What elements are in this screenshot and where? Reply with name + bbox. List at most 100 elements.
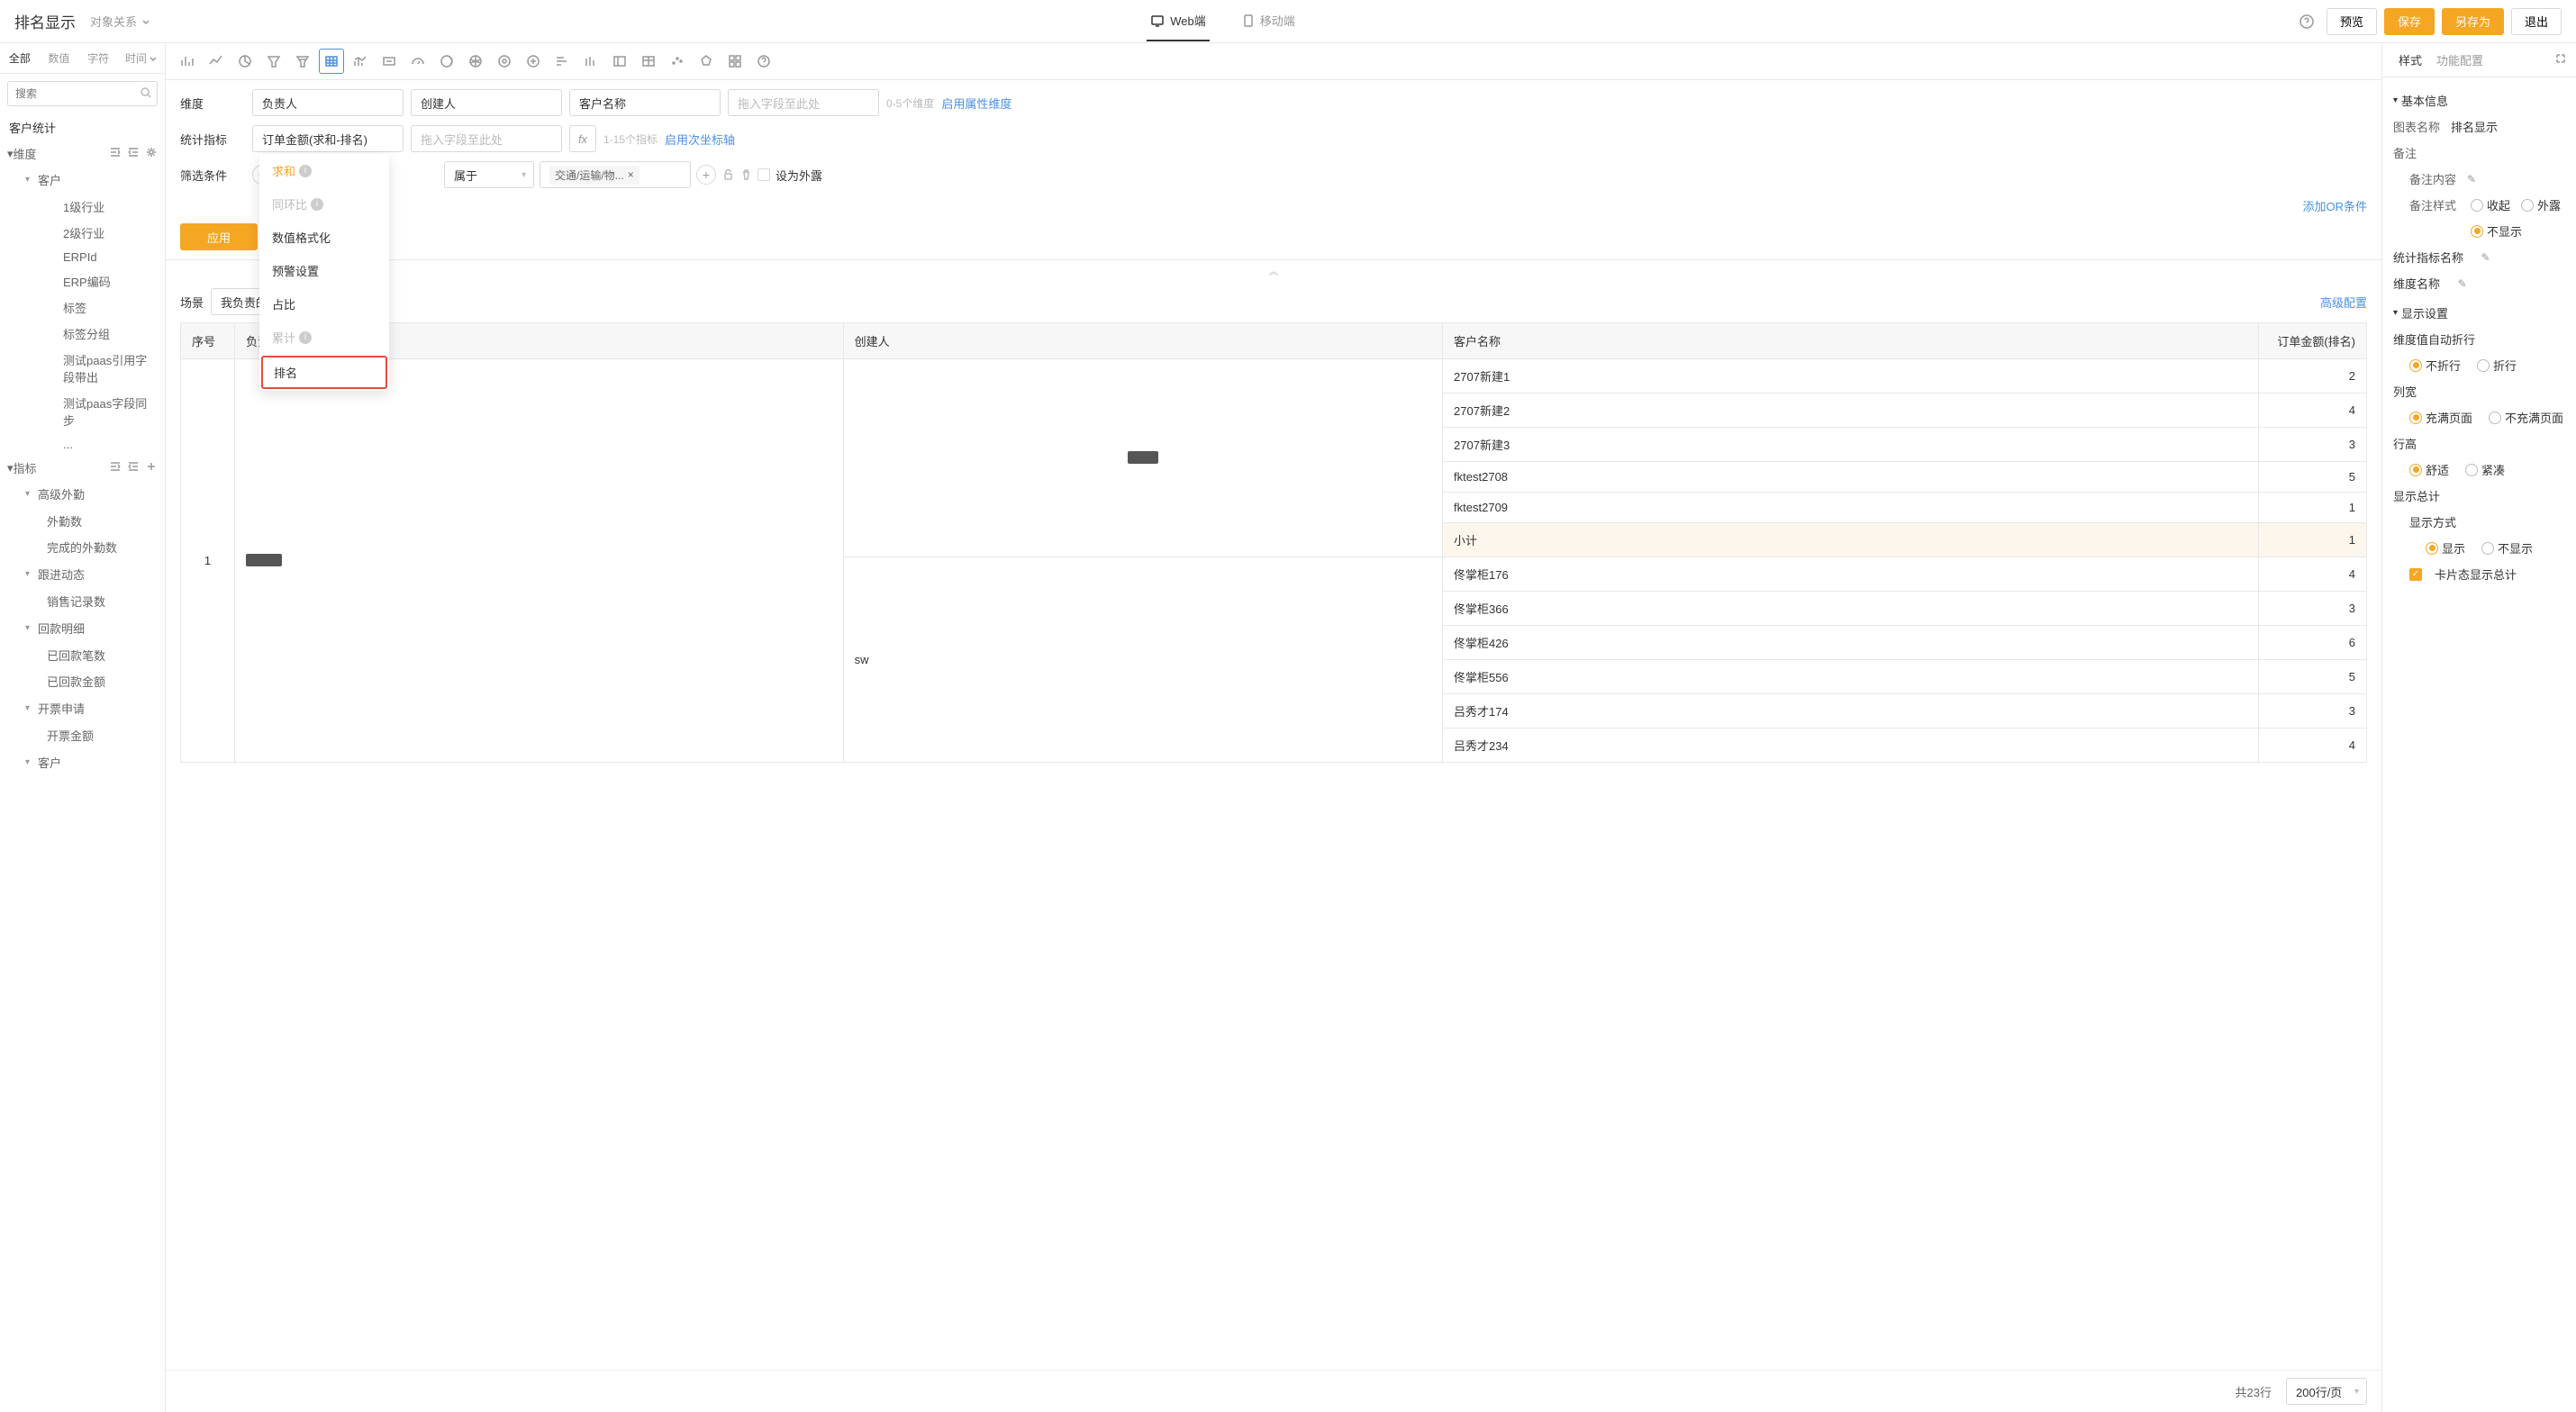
field-item[interactable]: 销售记录数 (16, 588, 165, 614)
remove-tag-icon[interactable]: × (628, 168, 634, 181)
tree-node[interactable]: ▾开票申请 (16, 694, 165, 722)
tree-node[interactable]: ▾跟进动态 (16, 560, 165, 588)
tree-node[interactable]: ▾回款明细 (16, 614, 165, 642)
field-item[interactable]: 外勤数 (16, 508, 165, 534)
chart-type-stacked-icon[interactable] (578, 49, 603, 74)
chart-type-hbar-icon[interactable] (549, 49, 575, 74)
field-item[interactable]: 标签 (32, 294, 165, 321)
preview-button[interactable]: 预览 (2327, 8, 2377, 35)
field-tab-all[interactable]: 全部 (0, 43, 40, 73)
page-size-select[interactable]: 200行/页▾ (2286, 1378, 2367, 1405)
chart-type-scatter-icon[interactable] (665, 49, 690, 74)
tab-web[interactable]: Web端 (1147, 1, 1210, 41)
radio-show[interactable] (2426, 542, 2438, 555)
expand-icon[interactable] (2554, 52, 2567, 68)
field-item[interactable]: ERPId (32, 246, 165, 268)
enable-secondary-axis-link[interactable]: 启用次坐标轴 (665, 131, 735, 148)
field-item[interactable]: 已回款金额 (16, 668, 165, 694)
field-item[interactable]: ERP编码 (32, 268, 165, 294)
field-search-input[interactable] (7, 81, 158, 106)
expose-checkbox[interactable] (757, 168, 770, 181)
edit-icon[interactable]: ✎ (2467, 173, 2476, 186)
radio-comfort[interactable] (2409, 464, 2422, 476)
chart-type-funnel-icon[interactable] (261, 49, 286, 74)
radio-no-wrap[interactable] (2409, 359, 2422, 372)
add-condition-button[interactable]: + (696, 165, 716, 185)
field-tab-char[interactable]: 字符 (78, 43, 118, 73)
edit-icon[interactable]: ✎ (2458, 277, 2467, 290)
field-item[interactable]: 测试paas字段同步 (32, 390, 165, 433)
save-as-button[interactable]: 另存为 (2442, 8, 2504, 35)
add-or-condition-link[interactable]: 添加OR条件 (2302, 197, 2367, 214)
popover-item-rank[interactable]: 排名 (261, 356, 387, 389)
chart-type-gauge-icon[interactable] (405, 49, 431, 74)
metric-dropzone[interactable]: 拖入字段至此处 (411, 125, 562, 152)
chart-type-pie-icon[interactable] (232, 49, 258, 74)
collapse-toggle[interactable]: ︽ (166, 260, 2381, 281)
gear-icon[interactable] (145, 146, 158, 161)
indent-right-icon[interactable] (127, 146, 140, 161)
filter-op-select[interactable]: 属于▾ (444, 161, 534, 188)
radio-hide-total[interactable] (2481, 542, 2494, 555)
field-item[interactable]: 1级行业 (32, 194, 165, 220)
right-tab-func[interactable]: 功能配置 (2429, 43, 2490, 77)
tree-node[interactable]: ▾客户 (16, 748, 165, 776)
chart-type-pivot-icon[interactable] (636, 49, 661, 74)
radio-wrap[interactable] (2477, 359, 2490, 372)
fx-button[interactable]: fx (569, 125, 596, 152)
chart-type-table-icon[interactable] (319, 49, 344, 74)
lock-icon[interactable] (721, 167, 734, 183)
delete-icon[interactable] (739, 167, 752, 183)
filter-value-select[interactable]: 交通/运输/物...× (540, 161, 691, 188)
radio-hide[interactable] (2471, 225, 2483, 238)
popover-item-ratio[interactable]: 占比 (259, 287, 389, 321)
radio-expose[interactable] (2521, 199, 2534, 212)
tree-node-customer[interactable]: ▾客户 (16, 166, 165, 194)
chart-type-map3-icon[interactable] (521, 49, 546, 74)
metric-chip[interactable]: 订单金额(求和-排名) (252, 125, 404, 152)
field-tab-time[interactable]: 时间 (118, 43, 165, 73)
popover-item-compare[interactable]: 同环比i (259, 187, 389, 221)
field-item[interactable]: 完成的外勤数 (16, 534, 165, 560)
enable-attr-dimension-link[interactable]: 启用属性维度 (941, 95, 1011, 112)
field-tab-number[interactable]: 数值 (40, 43, 79, 73)
chart-type-radar-icon[interactable] (694, 49, 719, 74)
field-item[interactable]: 标签分组 (32, 321, 165, 347)
radio-fill[interactable] (2409, 412, 2422, 424)
chart-type-map-icon[interactable] (463, 49, 488, 74)
chart-type-line-icon[interactable] (204, 49, 229, 74)
save-button[interactable]: 保存 (2384, 8, 2435, 35)
advanced-config-link[interactable]: 高级配置 (2320, 294, 2367, 311)
exit-button[interactable]: 退出 (2511, 8, 2562, 35)
chart-type-funnel2-icon[interactable] (290, 49, 315, 74)
card-total-checkbox[interactable]: ✓ (2409, 568, 2422, 581)
popover-item-warn[interactable]: 预警设置 (259, 254, 389, 287)
object-relation-link[interactable]: 对象关系 (90, 13, 151, 30)
right-tab-style[interactable]: 样式 (2391, 43, 2429, 77)
popover-item-numformat[interactable]: 数值格式化 (259, 221, 389, 254)
field-item[interactable]: 开票金额 (16, 722, 165, 748)
dimension-dropzone[interactable]: 拖入字段至此处 (728, 89, 879, 116)
chart-type-grid-icon[interactable] (722, 49, 748, 74)
dimension-chip[interactable]: 客户名称 (569, 89, 721, 116)
indent-left-icon[interactable] (109, 146, 122, 161)
dimension-chip[interactable]: 负责人 (252, 89, 404, 116)
chart-type-bar-icon[interactable] (175, 49, 200, 74)
dimension-chip[interactable]: 创建人 (411, 89, 562, 116)
edit-icon[interactable]: ✎ (2481, 251, 2490, 264)
chart-type-number-icon[interactable] (376, 49, 402, 74)
apply-button[interactable]: 应用 (180, 223, 258, 250)
chart-type-map2-icon[interactable] (492, 49, 517, 74)
plus-icon[interactable] (145, 460, 158, 475)
radio-no-fill[interactable] (2489, 412, 2501, 424)
field-item[interactable]: 测试paas引用字段带出 (32, 347, 165, 390)
chart-type-progress-icon[interactable] (434, 49, 459, 74)
tab-mobile[interactable]: 移动端 (1238, 1, 1299, 41)
tree-node[interactable]: ▾高级外勤 (16, 480, 165, 508)
chart-type-combo-icon[interactable] (348, 49, 373, 74)
indent-right-icon[interactable] (127, 460, 140, 475)
popover-item-cumulative[interactable]: 累计i (259, 321, 389, 354)
field-item[interactable]: 2级行业 (32, 220, 165, 246)
popover-item-sum[interactable]: 求和i (259, 154, 389, 187)
radio-collapse[interactable] (2471, 199, 2483, 212)
